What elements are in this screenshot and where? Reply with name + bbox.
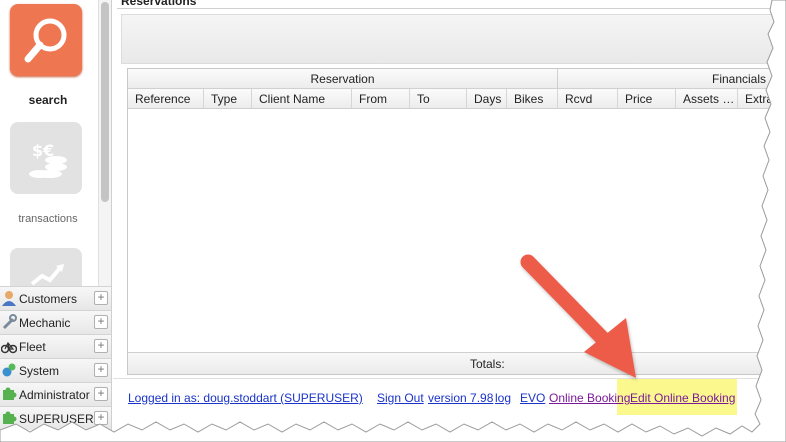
torn-edge-effect xyxy=(0,0,786,442)
